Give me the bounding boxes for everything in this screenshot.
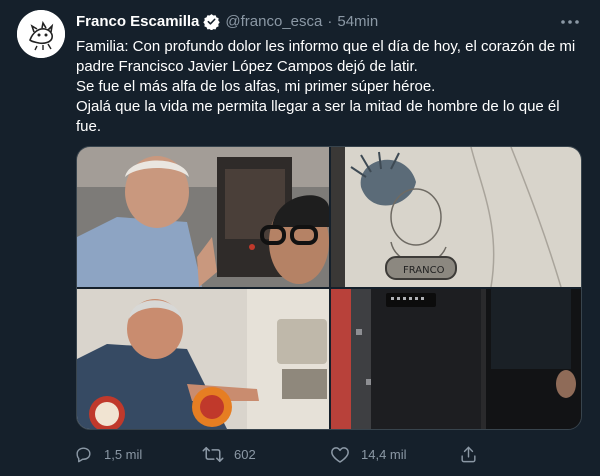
verified-badge-icon <box>203 13 221 30</box>
photo-caption: FRANCO <box>403 265 445 276</box>
avatar[interactable] <box>17 10 65 58</box>
reply-button[interactable]: 1,5 mil <box>66 440 196 468</box>
like-count: 14,4 mil <box>361 446 407 462</box>
author-handle[interactable]: @franco_esca <box>225 13 322 30</box>
heart-icon <box>323 440 357 468</box>
tweet-timestamp[interactable]: 54min <box>337 13 378 30</box>
separator-dot: · <box>327 12 333 30</box>
photo-4[interactable] <box>331 289 582 429</box>
reply-icon <box>66 440 100 468</box>
retweet-button[interactable]: 602 <box>196 440 323 468</box>
tweet-actions: 1,5 mil 602 14,4 mil <box>66 440 596 468</box>
tweet-text-line: Ojalá que la vida me permita llegar a se… <box>76 98 560 135</box>
tweet[interactable]: Franco Escamilla @franco_esca · 54min Fa… <box>0 0 600 476</box>
like-button[interactable]: 14,4 mil <box>323 440 451 468</box>
photo-3[interactable] <box>77 289 329 429</box>
share-button[interactable] <box>451 440 581 468</box>
media-grid: FRANCO <box>76 146 582 430</box>
author-name[interactable]: Franco Escamilla <box>76 13 199 30</box>
tweet-text-line: Se fue el más alfa de los alfas, mi prim… <box>76 78 436 95</box>
more-options-button[interactable] <box>558 12 582 32</box>
reply-count: 1,5 mil <box>104 446 143 462</box>
share-icon <box>451 440 485 468</box>
tweet-header: Franco Escamilla @franco_esca · 54min <box>76 10 378 32</box>
photo-1[interactable] <box>77 147 329 287</box>
retweet-count: 602 <box>234 446 256 462</box>
tweet-text-line: Familia: Con profundo dolor les informo … <box>76 38 576 75</box>
retweet-icon <box>196 440 230 468</box>
avatar-logo-icon <box>17 10 65 58</box>
tweet-text: Familia: Con profundo dolor les informo … <box>76 37 586 137</box>
photo-2[interactable]: FRANCO <box>331 147 582 287</box>
more-icon <box>561 20 579 24</box>
